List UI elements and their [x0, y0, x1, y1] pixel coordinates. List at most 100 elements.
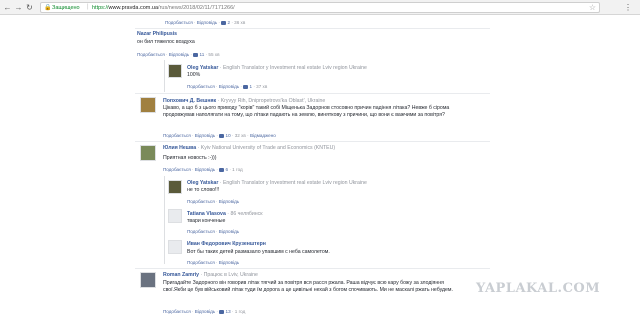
author-name[interactable]: Roman Zamriy [163, 272, 199, 278]
comment-author: Юлия Нешва · Kyiv National University of… [163, 145, 335, 151]
comment-text: 100% [187, 72, 201, 78]
comment-author: Roman Zamriy · Працює в Lviv, Ukraine [163, 272, 258, 278]
reply-thread-line [164, 60, 165, 92]
author-name[interactable]: Nazar Philipusis [137, 31, 177, 37]
reply-link[interactable]: Відповідь [169, 52, 189, 57]
url-host: www.pravda.com.ua [108, 5, 159, 11]
like-thumb-icon [221, 20, 227, 25]
comment-time: 37 хв [256, 84, 268, 89]
reply-link[interactable]: Відповідь [195, 309, 215, 314]
comment-text: твари конченые [187, 218, 226, 224]
divider [135, 28, 490, 29]
comment-actions: Подобається · Відповідь · 2 · 36 хв [165, 20, 246, 25]
comment-author: Иван Федорович Крузенштерн [187, 241, 266, 247]
reply-link[interactable]: Відповідь [197, 20, 217, 25]
comment-actions: Подобається · Відповідь [187, 199, 240, 204]
comment-actions: Подобається · Відповідь · 6 · 1 год [163, 167, 243, 172]
reply-link[interactable]: Відповідь [219, 260, 239, 265]
comment-author: Oleg Yatskar · English Translator у Inve… [187, 180, 367, 186]
comment-text: не то слово!!! [187, 187, 220, 193]
like-link[interactable]: Подобається [187, 84, 215, 89]
comment-author: Попхович Д. Вешняк · Kryvyy Rih, Dniprop… [163, 98, 325, 104]
like-count: 2 [227, 20, 231, 25]
like-link[interactable]: Подобається [187, 260, 215, 265]
browser-toolbar: ← → ↻ 🔒 Защищено | https://www.pravda.co… [0, 0, 640, 15]
hide-link[interactable]: Відмаджено [250, 133, 276, 138]
reload-icon[interactable]: ↻ [25, 3, 34, 12]
like-count: 13 [225, 309, 231, 314]
avatar[interactable] [168, 240, 182, 254]
comment-author: Oleg Yatskar · English Translator у Inve… [187, 65, 367, 71]
author-name[interactable]: Иван Федорович Крузенштерн [187, 241, 266, 247]
author-name[interactable]: Tatiana Vlasova [187, 211, 226, 217]
comment-time: 36 хв [234, 20, 246, 25]
like-thumb-icon [243, 84, 249, 89]
like-link[interactable]: Подобається [187, 199, 215, 204]
comment-time: 55 хв [208, 52, 220, 57]
comment-author: Tatiana Vlasova · 86 челябинск [187, 211, 263, 217]
comment-text: Приятная новость :-))) [163, 155, 217, 161]
forward-icon[interactable]: → [14, 3, 23, 12]
divider [135, 141, 490, 142]
avatar[interactable] [168, 64, 182, 78]
comment-actions: Подобається · Відповідь [187, 260, 240, 265]
comment-text: Вот бы таких детей размазало упавшим с н… [187, 249, 330, 255]
author-name[interactable]: Юлия Нешва [163, 145, 196, 151]
like-thumb-icon [193, 52, 199, 57]
like-link[interactable]: Подобається [163, 309, 191, 314]
author-meta: · Kryvyy Rih, Dnipropetrovs'ka Oblast', … [217, 98, 326, 104]
url-separator: | [87, 4, 89, 10]
author-meta: · Kyiv National University of Trade and … [197, 145, 336, 151]
divider [135, 268, 490, 269]
comment-time: 1 год [234, 309, 246, 314]
author-meta: · English Translator у Investment real e… [219, 180, 367, 186]
comment-time: 32 хв [234, 133, 246, 138]
reply-link[interactable]: Відповідь [219, 199, 239, 204]
like-count: 10 [225, 133, 231, 138]
like-count: 11 [199, 52, 205, 57]
like-thumb-icon [219, 133, 225, 138]
menu-icon[interactable]: ⋮ [624, 3, 632, 12]
avatar[interactable] [140, 272, 156, 288]
like-thumb-icon [219, 309, 225, 314]
comment-time: 1 год [232, 167, 243, 172]
author-name[interactable]: Попхович Д. Вешняк [163, 98, 216, 104]
comment-actions: Подобається · Відповідь [187, 229, 240, 234]
author-name[interactable]: Oleg Yatskar [187, 65, 218, 71]
avatar[interactable] [140, 145, 156, 161]
comment-actions: Подобається · Відповідь · 1 · 37 хв [187, 84, 268, 89]
comment-actions: Подобається · Відповідь · 11 · 55 хв [137, 52, 220, 57]
url-scheme: https:// [92, 5, 109, 11]
url-path: /rus/news/2018/02/11/7171266/ [158, 5, 235, 11]
like-link[interactable]: Подобається [165, 20, 193, 25]
back-icon[interactable]: ← [3, 3, 12, 12]
author-name[interactable]: Oleg Yatskar [187, 180, 218, 186]
divider [135, 93, 490, 94]
author-meta: · 86 челябинск [227, 211, 263, 217]
comment-actions: Подобається · Відповідь · 13 · 1 год [163, 309, 246, 314]
lock-icon: 🔒 [44, 5, 52, 11]
reply-link[interactable]: Відповідь [195, 167, 215, 172]
like-link[interactable]: Подобається [163, 167, 191, 172]
like-link[interactable]: Подобається [137, 52, 165, 57]
like-count: 1 [249, 84, 253, 89]
like-link[interactable]: Подобається [187, 229, 215, 234]
url-text[interactable]: https://www.pravda.com.ua/rus/news/2018/… [92, 5, 235, 11]
reply-link[interactable]: Відповідь [219, 84, 239, 89]
address-bar[interactable]: 🔒 Защищено | https://www.pravda.com.ua/r… [40, 2, 600, 13]
like-link[interactable]: Подобається [163, 133, 191, 138]
avatar[interactable] [168, 180, 182, 194]
avatar[interactable] [168, 209, 182, 223]
reply-link[interactable]: Відповідь [195, 133, 215, 138]
comment-actions: Подобається · Відповідь · 10 · 32 хв · В… [163, 133, 276, 138]
secure-label: Защищено [52, 5, 80, 11]
like-count: 6 [225, 167, 229, 172]
watermark: YAPLAKAL.COM [476, 281, 601, 296]
author-meta: · Працює в Lviv, Ukraine [200, 272, 258, 278]
comment-text: Цікаво, а що б з цього приводу "корів" т… [163, 105, 450, 118]
comment-author[interactable]: Nazar Philipusis [137, 31, 177, 37]
avatar[interactable] [140, 97, 156, 113]
reply-link[interactable]: Відповідь [219, 229, 239, 234]
bookmark-star-icon[interactable]: ☆ [589, 3, 596, 12]
like-thumb-icon [219, 167, 225, 172]
